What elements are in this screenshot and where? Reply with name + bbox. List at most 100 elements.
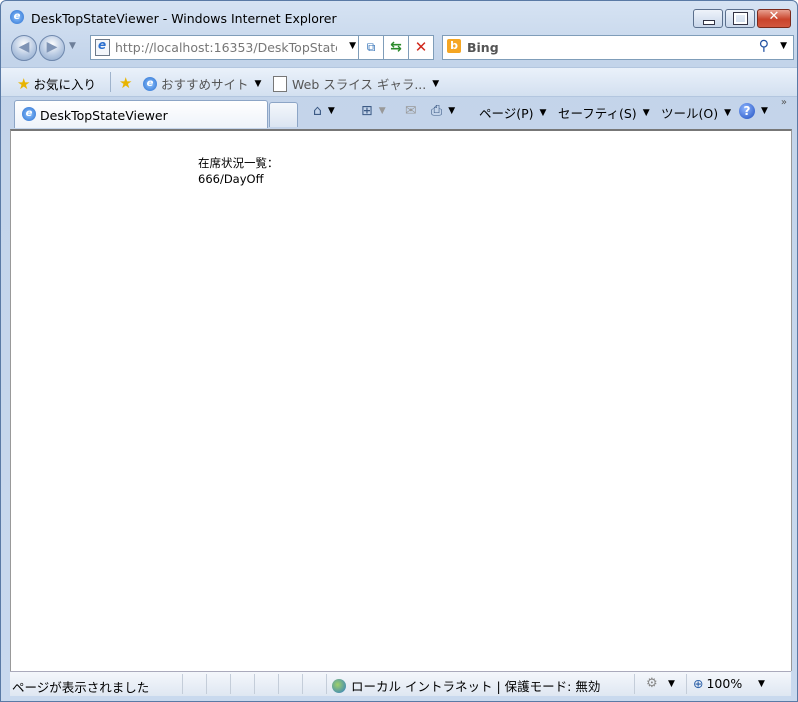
- page-menu[interactable]: ページ(P) ▼: [479, 103, 546, 122]
- new-tab-button[interactable]: [269, 102, 298, 127]
- ie-logo-icon: e: [10, 10, 24, 24]
- zone-label: ローカル イントラネット | 保護モード: 無効: [351, 679, 601, 694]
- web-slice-gallery-button[interactable]: Web スライス ギャラ... ▼: [273, 74, 439, 93]
- stop-icon: ✕: [414, 38, 428, 56]
- refresh-button[interactable]: ⇆: [383, 35, 409, 60]
- forward-arrow-icon: ▶: [46, 39, 58, 55]
- stop-button[interactable]: ✕: [408, 35, 434, 60]
- address-dropdown-icon[interactable]: ▼: [349, 41, 356, 51]
- bing-logo-icon: b: [447, 39, 461, 53]
- window-title: DeskTopStateViewer - Windows Internet Ex…: [31, 11, 337, 26]
- compatibility-view-button[interactable]: ⧉: [358, 35, 384, 60]
- search-icon[interactable]: ⚲: [759, 38, 769, 54]
- safety-menu[interactable]: セーフティ(S) ▼: [558, 103, 650, 122]
- minimize-button[interactable]: [693, 9, 723, 28]
- home-button[interactable]: ⌂ ▼: [313, 103, 335, 119]
- status-divider: [302, 674, 303, 694]
- rss-feed-icon: ⊞: [361, 103, 373, 119]
- minimize-icon: [703, 20, 715, 25]
- favorites-button[interactable]: ★ お気に入り: [17, 74, 96, 93]
- intranet-zone-icon: [332, 678, 346, 693]
- popup-blocker-icon[interactable]: ⚙: [646, 676, 658, 691]
- feeds-dropdown-icon: ▼: [378, 106, 386, 116]
- page-icon: [95, 38, 110, 56]
- add-favorite-star-icon: ★: [119, 74, 133, 92]
- help-icon: ?: [739, 103, 755, 119]
- add-to-favorites-bar-button[interactable]: ★: [119, 74, 135, 92]
- close-icon: ✕: [768, 9, 780, 24]
- status-divider: [686, 674, 687, 694]
- feeds-button[interactable]: ⊞ ▼: [361, 103, 386, 119]
- tools-menu-label: ツール(O): [661, 106, 719, 121]
- address-bar[interactable]: http://localhost:16353/DeskTopStateV ▼: [90, 35, 360, 60]
- web-slice-dropdown-icon: ▼: [432, 78, 440, 89]
- tab-desktopstateviewer[interactable]: e DeskTopStateViewer: [14, 100, 268, 128]
- print-dropdown-icon: ▼: [448, 106, 456, 116]
- presence-list-heading: 在席状況一覧：: [198, 156, 279, 170]
- security-zone[interactable]: ローカル イントラネット | 保護モード: 無効: [332, 676, 600, 695]
- more-commands-chevron-icon[interactable]: »: [781, 97, 787, 108]
- suggested-sites-button[interactable]: e おすすめサイト ▼: [143, 74, 261, 93]
- favorites-label: お気に入り: [33, 77, 96, 92]
- safety-menu-dropdown-icon: ▼: [642, 107, 650, 118]
- status-divider: [206, 674, 207, 694]
- maximize-icon: [733, 12, 748, 25]
- suggested-sites-dropdown-icon: ▼: [254, 78, 262, 89]
- tools-menu[interactable]: ツール(O) ▼: [661, 103, 731, 122]
- suggested-sites-label: おすすめサイト: [161, 77, 249, 92]
- status-divider: [278, 674, 279, 694]
- status-divider: [326, 674, 327, 694]
- presence-list: 在席状況一覧： 666/DayOff: [198, 155, 279, 187]
- status-divider: [182, 674, 183, 694]
- refresh-icon: ⇆: [390, 39, 402, 55]
- close-button[interactable]: ✕: [757, 9, 791, 28]
- recent-pages-dropdown-icon[interactable]: ▼: [69, 41, 76, 51]
- safety-menu-label: セーフティ(S): [558, 106, 637, 121]
- search-box[interactable]: b Bing ⚲ ▼: [442, 35, 794, 60]
- home-icon: ⌂: [313, 103, 322, 119]
- status-divider: [634, 674, 635, 694]
- search-input[interactable]: Bing: [467, 40, 499, 55]
- search-options-dropdown-icon[interactable]: ▼: [780, 41, 787, 51]
- status-bar: ページが表示されました ローカル イントラネット | 保護モード: 無効 ⚙ ▼…: [10, 671, 791, 696]
- address-tools: ⧉ ⇆ ✕: [358, 35, 434, 60]
- caption-buttons: ✕: [691, 9, 791, 28]
- back-arrow-icon: ◀: [18, 39, 30, 55]
- tab-ie-icon: e: [22, 107, 36, 121]
- status-divider: [254, 674, 255, 694]
- status-text: ページが表示されました: [12, 680, 150, 695]
- browser-window: e DeskTopStateViewer - Windows Internet …: [0, 0, 798, 702]
- mail-icon: ✉: [405, 103, 417, 119]
- presence-entry: 666/DayOff: [198, 172, 264, 186]
- maximize-button[interactable]: [725, 9, 755, 28]
- compatibility-view-icon: ⧉: [366, 40, 376, 54]
- zoom-magnifier-icon: ⊕: [693, 676, 704, 691]
- tab-label: DeskTopStateViewer: [40, 108, 168, 123]
- page-menu-label: ページ(P): [479, 106, 534, 121]
- web-slice-icon: [273, 75, 287, 92]
- zoom-dropdown-icon[interactable]: ▼: [758, 679, 765, 689]
- page-menu-dropdown-icon: ▼: [539, 107, 547, 118]
- help-menu[interactable]: ? ▼: [739, 103, 768, 119]
- address-row: ◀ ▶ ▼ http://localhost:16353/DeskTopStat…: [1, 33, 797, 63]
- zoom-control[interactable]: ⊕ 100%: [693, 676, 742, 691]
- back-button[interactable]: ◀: [11, 35, 37, 61]
- popup-blocker-dropdown-icon[interactable]: ▼: [668, 679, 675, 689]
- printer-icon: ⎙: [431, 103, 443, 119]
- suggested-sites-icon: e: [143, 76, 157, 91]
- status-divider: [230, 674, 231, 694]
- tools-menu-dropdown-icon: ▼: [724, 107, 732, 118]
- web-slice-label: Web スライス ギャラ...: [292, 77, 427, 92]
- home-dropdown-icon: ▼: [327, 106, 335, 116]
- title-bar: e DeskTopStateViewer - Windows Internet …: [1, 1, 797, 33]
- zoom-level: 100%: [706, 676, 743, 691]
- help-dropdown-icon: ▼: [761, 106, 768, 116]
- read-mail-button[interactable]: ✉: [405, 103, 417, 119]
- favorites-bar: ★ お気に入り ★ e おすすめサイト ▼ Web スライス ギャラ... ▼: [1, 67, 797, 97]
- forward-button[interactable]: ▶: [39, 35, 65, 61]
- favorites-star-icon: ★: [17, 74, 31, 93]
- address-input[interactable]: http://localhost:16353/DeskTopStateV: [115, 40, 337, 55]
- tab-command-row: e DeskTopStateViewer ⌂ ▼ ⊞ ▼ ✉ ⎙ ▼ ページ(P…: [1, 97, 797, 129]
- favorites-separator: [110, 72, 111, 92]
- print-button[interactable]: ⎙ ▼: [431, 103, 455, 119]
